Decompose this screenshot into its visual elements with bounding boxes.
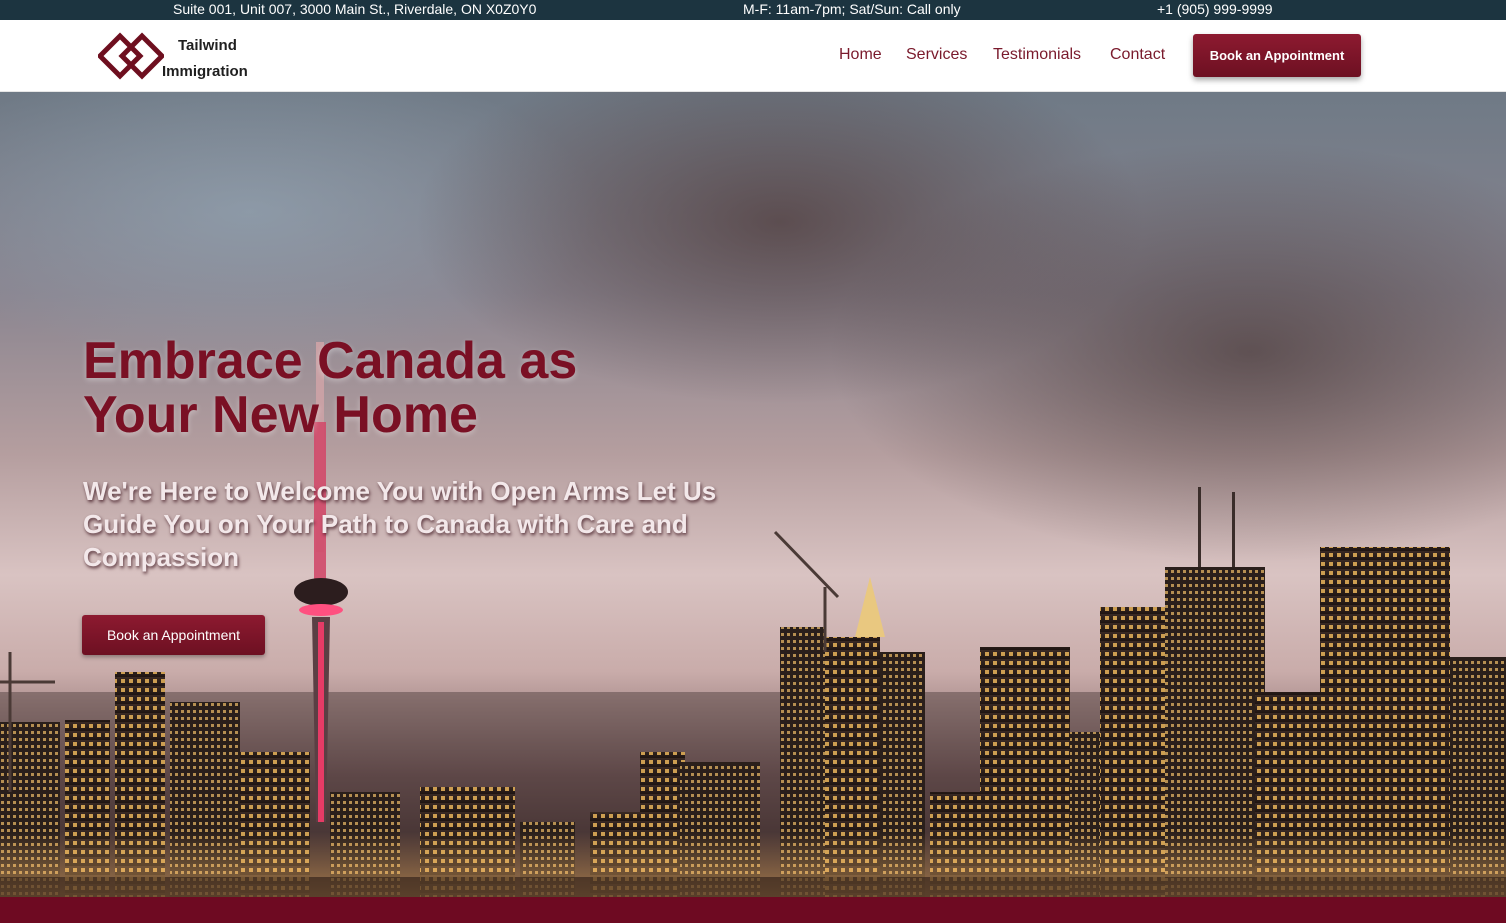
site-header: Tailwind Immigration Home Services Testi…	[0, 20, 1506, 92]
section-divider-strip	[0, 897, 1506, 923]
book-appointment-header-button[interactable]: Book an Appointment	[1193, 34, 1361, 77]
nav-services[interactable]: Services	[906, 46, 967, 64]
nav-contact[interactable]: Contact	[1110, 46, 1165, 64]
nav-testimonials[interactable]: Testimonials	[993, 46, 1081, 64]
logo-line-1: Tailwind	[178, 37, 237, 54]
hero-subtitle: We're Here to Welcome You with Open Arms…	[83, 476, 717, 572]
address-text: Suite 001, Unit 007, 3000 Main St., Rive…	[173, 1, 537, 17]
hero-section: Embrace Canada as Your New Home We're He…	[0, 92, 1506, 897]
book-appointment-hero-button[interactable]: Book an Appointment	[82, 615, 265, 655]
logo-line-2: Immigration	[162, 63, 248, 80]
hero-title: Embrace Canada as Your New Home	[83, 332, 578, 444]
logo-text: Tailwind Immigration	[162, 33, 248, 85]
interlocked-diamonds-icon	[98, 32, 164, 80]
top-info-bar: Suite 001, Unit 007, 3000 Main St., Rive…	[0, 0, 1506, 20]
nav-home[interactable]: Home	[839, 46, 882, 64]
hours-text: M-F: 11am-7pm; Sat/Sun: Call only	[743, 1, 961, 17]
logo[interactable]: Tailwind Immigration	[98, 32, 268, 82]
phone-link[interactable]: +1 (905) 999-9999	[1157, 1, 1273, 17]
